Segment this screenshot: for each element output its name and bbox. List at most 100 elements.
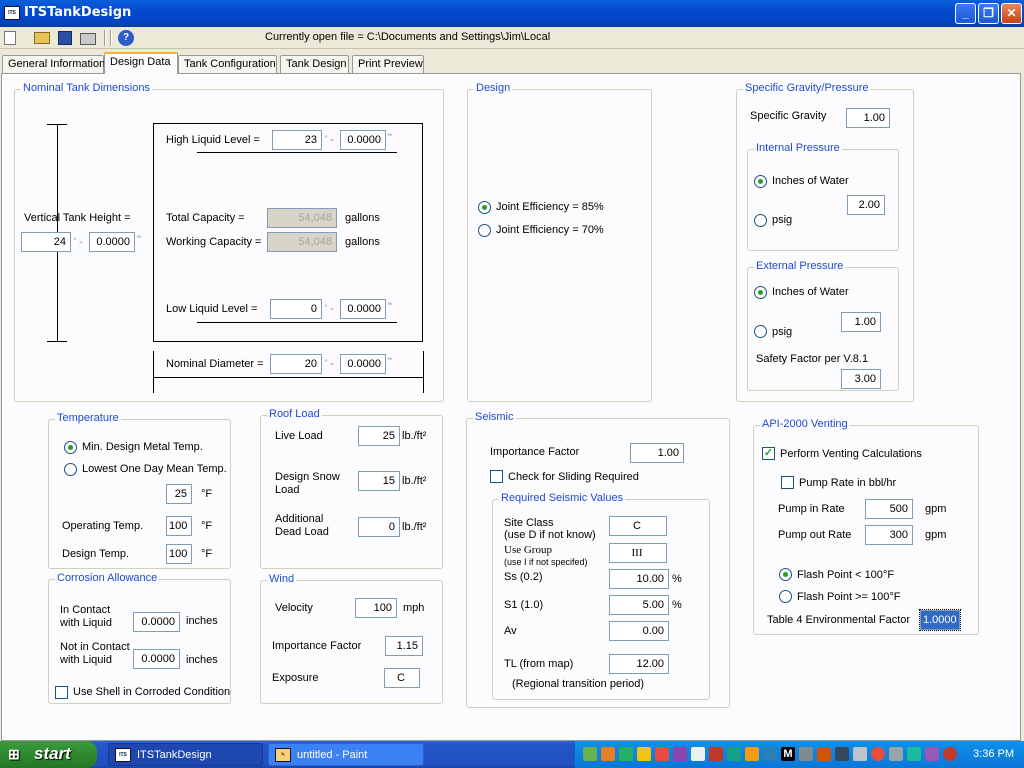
perform-venting-checkbox[interactable]: ✓	[762, 447, 775, 460]
tray-icon[interactable]	[763, 747, 777, 761]
vertical-height-in-input[interactable]: 0.0000	[89, 232, 135, 252]
min-design-metal-temp-radio[interactable]	[64, 441, 77, 454]
tray-icon[interactable]	[583, 747, 597, 761]
internal-pressure-input[interactable]: 2.00	[847, 195, 885, 215]
windows-flag-icon: ⊞	[8, 746, 20, 762]
pump-out-rate-input[interactable]: 300	[865, 525, 913, 545]
flash-point-below-radio[interactable]	[779, 568, 792, 581]
tray-icon[interactable]	[925, 747, 939, 761]
tray-icon[interactable]	[727, 747, 741, 761]
save-icon[interactable]	[58, 31, 72, 45]
vertical-height-ft-input[interactable]: 24	[21, 232, 71, 252]
perform-venting-label: Perform Venting Calculations	[780, 448, 922, 460]
s1-input[interactable]: 5.00	[609, 595, 669, 615]
dead-load-input[interactable]: 0	[358, 517, 400, 537]
tray-icon[interactable]	[673, 747, 687, 761]
site-class-input[interactable]: C	[609, 516, 667, 536]
corrosion-no-contact-input[interactable]: 0.0000	[133, 649, 180, 669]
av-input[interactable]: 0.00	[609, 621, 669, 641]
tray-icon[interactable]	[691, 747, 705, 761]
tab-tank-design[interactable]: Tank Design	[280, 55, 349, 73]
lowest-one-day-mean-temp-radio[interactable]	[64, 463, 77, 476]
external-pressure-input[interactable]: 1.00	[841, 312, 881, 332]
nominal-diameter-ft-input[interactable]: 20	[270, 354, 322, 374]
pump-in-rate-input[interactable]: 500	[865, 499, 913, 519]
tray-icon[interactable]	[871, 747, 885, 761]
tab-print-preview[interactable]: Print Preview	[352, 55, 424, 73]
group-title: Design	[474, 82, 513, 94]
open-folder-icon[interactable]	[34, 32, 50, 44]
design-temp-input[interactable]: 100	[166, 544, 192, 564]
working-capacity-unit: gallons	[345, 236, 380, 248]
tl-input[interactable]: 12.00	[609, 654, 669, 674]
clock[interactable]: 3:36 PM	[973, 748, 1014, 760]
tray-icon[interactable]	[853, 747, 867, 761]
tray-icon[interactable]	[817, 747, 831, 761]
height-indicator-top	[47, 124, 67, 125]
tray-icon[interactable]	[655, 747, 669, 761]
taskbar-item-itstankdesign[interactable]: ITS ITSTankDesign	[108, 743, 263, 766]
external-psig-radio[interactable]	[754, 325, 767, 338]
live-load-input[interactable]: 25	[358, 426, 400, 446]
joint-efficiency-70-radio[interactable]	[478, 224, 491, 237]
tray-icon[interactable]	[943, 747, 957, 761]
group-title: API-2000 Venting	[760, 418, 850, 430]
tray-icon[interactable]	[889, 747, 903, 761]
seismic-importance-input[interactable]: 1.00	[630, 443, 684, 463]
use-group-input[interactable]: III	[609, 543, 667, 563]
internal-inches-water-radio[interactable]	[754, 175, 767, 188]
network-icon[interactable]	[799, 747, 813, 761]
nominal-diameter-in-input[interactable]: 0.0000	[340, 354, 386, 374]
tray-icon[interactable]	[619, 747, 633, 761]
minimize-button[interactable]: _	[955, 3, 976, 24]
use-group-label-2: (use I if not specifed)	[504, 557, 588, 567]
corrosion-contact-input[interactable]: 0.0000	[133, 612, 180, 632]
specific-gravity-label: Specific Gravity	[750, 110, 827, 122]
check-sliding-checkbox[interactable]	[490, 470, 503, 483]
tab-tank-configuration[interactable]: Tank Configuration	[178, 55, 277, 73]
ss-input[interactable]: 10.00	[609, 569, 669, 589]
tray-icon[interactable]	[709, 747, 723, 761]
help-icon[interactable]: ?	[118, 30, 134, 46]
operating-temp-input[interactable]: 100	[166, 516, 192, 536]
flash-point-above-radio[interactable]	[779, 590, 792, 603]
contact-label-1: In Contact	[60, 604, 111, 616]
pump-rate-bbl-checkbox[interactable]	[781, 476, 794, 489]
external-inches-water-radio[interactable]	[754, 286, 767, 299]
use-shell-corroded-checkbox[interactable]	[55, 686, 68, 699]
wind-importance-input[interactable]: 1.15	[385, 636, 423, 656]
environmental-factor-input[interactable]: 1.0000	[919, 609, 961, 631]
safety-factor-input[interactable]: 3.00	[841, 369, 881, 389]
external-inches-water-label: Inches of Water	[772, 286, 849, 298]
new-file-icon[interactable]	[4, 31, 16, 45]
low-liquid-level-in-input[interactable]: 0.0000	[340, 299, 386, 319]
tab-design-data[interactable]: Design Data	[104, 52, 178, 74]
internal-psig-radio[interactable]	[754, 214, 767, 227]
joint-efficiency-85-radio[interactable]	[478, 201, 491, 214]
design-metal-temp-input[interactable]: 25	[166, 484, 192, 504]
specific-gravity-input[interactable]: 1.00	[846, 108, 890, 128]
start-button[interactable]: ⊞ start	[0, 741, 97, 768]
high-liquid-level-in-input[interactable]: 0.0000	[340, 130, 386, 150]
group-title: External Pressure	[754, 260, 846, 272]
print-icon[interactable]	[80, 33, 96, 45]
tab-general-information[interactable]: General Information	[2, 55, 105, 73]
tray-icon[interactable]	[601, 747, 615, 761]
design-temp-label: Design Temp.	[62, 548, 130, 560]
group-title: Nominal Tank Dimensions	[21, 82, 152, 94]
tray-icon[interactable]	[637, 747, 651, 761]
taskbar-item-paint[interactable]: ✎ untitled - Paint	[268, 743, 424, 766]
tray-icon[interactable]: M	[781, 747, 795, 761]
high-liquid-level-ft-input[interactable]: 23	[272, 130, 322, 150]
maximize-button[interactable]: ❐	[978, 3, 999, 24]
design-data-panel: Nominal Tank Dimensions Vertical Tank He…	[1, 73, 1021, 741]
wind-velocity-input[interactable]: 100	[355, 598, 397, 618]
close-button[interactable]: ✕	[1001, 3, 1022, 24]
tray-icon[interactable]	[835, 747, 849, 761]
use-shell-corroded-label: Use Shell in Corroded Condition	[73, 686, 231, 698]
snow-load-input[interactable]: 15	[358, 471, 400, 491]
tray-icon[interactable]	[907, 747, 921, 761]
low-liquid-level-ft-input[interactable]: 0	[270, 299, 322, 319]
tray-icon[interactable]	[745, 747, 759, 761]
wind-exposure-input[interactable]: C	[384, 668, 420, 688]
